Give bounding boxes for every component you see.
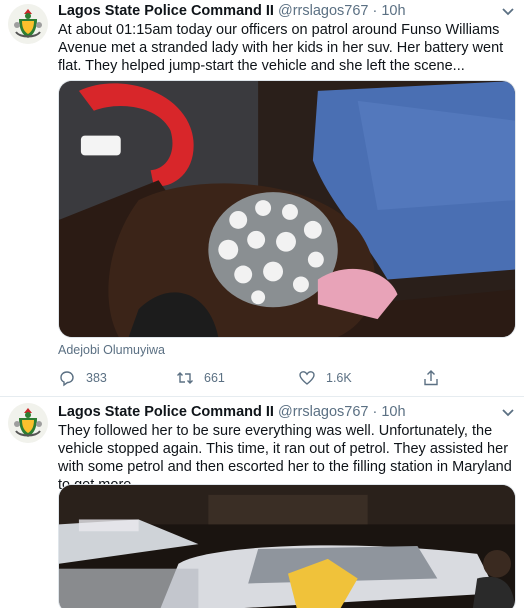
tweet-actions: 383 661 1.6K (58, 368, 458, 388)
timestamp[interactable]: 10h (381, 3, 405, 19)
heart-icon (299, 371, 315, 385)
retweet-count: 661 (204, 371, 225, 385)
retweet-icon (177, 372, 193, 384)
media-credit[interactable]: Adejobi Olumuyiwa (58, 343, 165, 357)
chevron-down-icon[interactable] (500, 1, 516, 21)
chevron-down-icon[interactable] (500, 402, 516, 422)
timestamp[interactable]: 10h (381, 404, 405, 420)
share-icon (424, 370, 438, 386)
separator: · (372, 404, 378, 420)
retweet-button[interactable]: 661 (176, 368, 225, 388)
tweet-photo[interactable] (58, 80, 516, 338)
author-name[interactable]: Lagos State Police Command II (58, 404, 274, 420)
like-count: 1.6K (326, 371, 352, 385)
tweet-text: At about 01:15am today our officers on p… (58, 22, 504, 74)
reply-icon (60, 371, 74, 387)
tweet[interactable]: Lagos State Police Command II @rrslagos7… (0, 0, 524, 397)
reply-button[interactable]: 383 (58, 368, 107, 388)
author-handle[interactable]: @rrslagos767 (278, 404, 368, 420)
tweet[interactable]: Lagos State Police Command II @rrslagos7… (0, 397, 524, 608)
author-name[interactable]: Lagos State Police Command II (58, 3, 274, 19)
police-crest-icon[interactable] (8, 4, 48, 44)
reply-count: 383 (86, 371, 107, 385)
separator: · (372, 3, 378, 19)
tweet-header: Lagos State Police Command II @rrslagos7… (58, 1, 516, 21)
author-handle[interactable]: @rrslagos767 (278, 3, 368, 19)
tweet-photo[interactable] (58, 484, 516, 608)
share-button[interactable] (422, 368, 450, 388)
tweet-header: Lagos State Police Command II @rrslagos7… (58, 402, 516, 422)
like-button[interactable]: 1.6K (298, 368, 352, 388)
police-crest-icon[interactable] (8, 403, 48, 443)
